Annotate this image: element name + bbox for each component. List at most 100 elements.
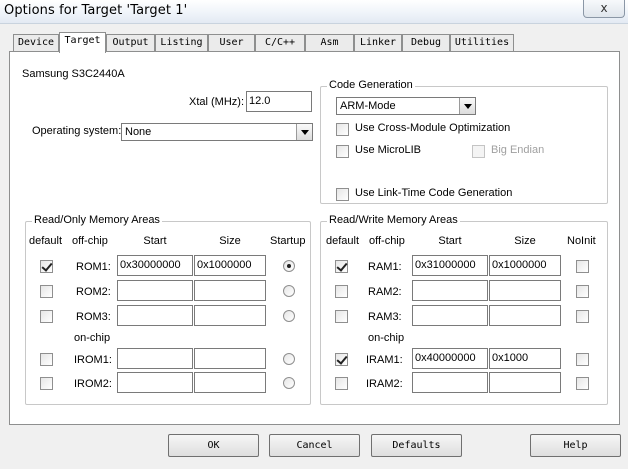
irom2-default-checkbox[interactable] <box>40 377 53 390</box>
tab-linker[interactable]: Linker <box>354 34 402 52</box>
rom2-startup-radio[interactable] <box>283 285 295 297</box>
ram1-size-input[interactable]: 0x1000000 <box>489 255 561 276</box>
rw-header-default: default <box>326 235 360 247</box>
tab-listing[interactable]: Listing <box>155 34 208 52</box>
tab-utilities[interactable]: Utilities <box>450 34 514 52</box>
cancel-button[interactable]: Cancel <box>269 434 360 457</box>
iram2-size-input[interactable] <box>489 372 561 393</box>
ram3-label: RAM3: <box>368 311 402 323</box>
rom2-label: ROM2: <box>76 286 111 298</box>
irom2-start-input[interactable] <box>117 372 193 393</box>
target-options-pane: Samsung S3C2440A Xtal (MHz): 12.0 Operat… <box>9 51 620 425</box>
ram1-noinit-checkbox[interactable] <box>576 260 589 273</box>
big-endian-label: Big Endian <box>491 144 545 156</box>
operating-system-value: None <box>125 126 152 138</box>
readwrite-memory-title: Read/Write Memory Areas <box>327 214 460 226</box>
rom1-start-input[interactable]: 0x30000000 <box>117 255 193 276</box>
window-title: Options for Target 'Target 1' <box>4 3 188 18</box>
close-button[interactable]: x <box>583 0 625 18</box>
tab-debug[interactable]: Debug <box>402 34 450 52</box>
iram2-default-checkbox[interactable] <box>335 377 348 390</box>
microlib-checkbox[interactable] <box>336 145 349 158</box>
ro-header-default: default <box>29 235 63 247</box>
irom1-size-input[interactable] <box>194 348 266 369</box>
rom2-default-checkbox[interactable] <box>40 285 53 298</box>
irom1-startup-radio[interactable] <box>283 353 295 365</box>
cross-module-checkbox[interactable] <box>336 123 349 136</box>
irom1-default-checkbox[interactable] <box>40 353 53 366</box>
rom1-label: ROM1: <box>76 261 111 273</box>
readwrite-memory-group: Read/Write Memory Areas default off-chip… <box>320 214 608 405</box>
tab-asm[interactable]: Asm <box>305 34 354 52</box>
readonly-memory-group: Read/Only Memory Areas default off-chip … <box>25 214 311 405</box>
title-bar: Options for Target 'Target 1' x <box>0 0 628 24</box>
ok-button[interactable]: OK <box>168 434 259 457</box>
ram2-default-checkbox[interactable] <box>335 285 348 298</box>
close-icon: x <box>600 1 608 15</box>
ro-onchip-label: on-chip <box>74 332 111 344</box>
rw-onchip-label: on-chip <box>368 332 405 344</box>
chevron-down-icon[interactable] <box>459 98 475 114</box>
rom3-start-input[interactable] <box>117 305 193 326</box>
ro-header-startup: Startup <box>270 235 306 247</box>
tab-target[interactable]: Target <box>59 32 106 53</box>
rom1-startup-radio[interactable] <box>283 260 295 272</box>
iram1-size-input[interactable]: 0x1000 <box>489 348 561 369</box>
iram2-noinit-checkbox[interactable] <box>576 377 589 390</box>
rw-header-size: Size <box>514 235 536 247</box>
help-button[interactable]: Help <box>530 434 621 457</box>
tab-output[interactable]: Output <box>106 34 155 52</box>
ram2-size-input[interactable] <box>489 280 561 301</box>
ram3-size-input[interactable] <box>489 305 561 326</box>
tab-strip: Device Target Output Listing User C/C++ … <box>0 32 628 53</box>
iram2-label: IRAM2: <box>366 378 403 390</box>
readonly-memory-title: Read/Only Memory Areas <box>32 214 162 226</box>
rom1-default-checkbox[interactable] <box>40 260 53 273</box>
big-endian-checkbox <box>472 145 485 158</box>
ram1-default-checkbox[interactable] <box>335 260 348 273</box>
defaults-button[interactable]: Defaults <box>371 434 462 457</box>
rom3-default-checkbox[interactable] <box>40 310 53 323</box>
ram2-noinit-checkbox[interactable] <box>576 285 589 298</box>
rom3-label: ROM3: <box>76 311 111 323</box>
operating-system-label: Operating system: <box>32 125 122 137</box>
ram3-default-checkbox[interactable] <box>335 310 348 323</box>
rw-header-start: Start <box>438 235 462 247</box>
rw-header-noinit: NoInit <box>567 235 596 247</box>
iram1-start-input[interactable]: 0x40000000 <box>412 348 488 369</box>
ram2-label: RAM2: <box>368 286 402 298</box>
ram1-label: RAM1: <box>368 261 402 273</box>
rom2-size-input[interactable] <box>194 280 266 301</box>
ram3-start-input[interactable] <box>412 305 488 326</box>
xtal-input[interactable]: 12.0 <box>246 91 312 112</box>
ro-header-offchip: off-chip <box>72 235 108 247</box>
iram1-default-checkbox[interactable] <box>335 353 348 366</box>
rw-header-offchip: off-chip <box>369 235 405 247</box>
ram2-start-input[interactable] <box>412 280 488 301</box>
xtal-label: Xtal (MHz): <box>189 96 244 108</box>
operating-system-select[interactable]: None <box>121 123 313 141</box>
rom3-size-input[interactable] <box>194 305 266 326</box>
tab-device[interactable]: Device <box>13 34 59 52</box>
chevron-down-icon[interactable] <box>296 124 312 140</box>
irom2-startup-radio[interactable] <box>283 377 295 389</box>
iram1-noinit-checkbox[interactable] <box>576 353 589 366</box>
rom3-startup-radio[interactable] <box>283 310 295 322</box>
cross-module-label: Use Cross-Module Optimization <box>355 122 511 134</box>
ram1-start-input[interactable]: 0x31000000 <box>412 255 488 276</box>
iram2-start-input[interactable] <box>412 372 488 393</box>
microlib-label: Use MicroLIB <box>355 144 422 156</box>
code-generation-group: Code Generation ARM-Mode Use Cross-Modul… <box>320 79 608 204</box>
rom2-start-input[interactable] <box>117 280 193 301</box>
code-mode-value: ARM-Mode <box>340 100 396 112</box>
ro-header-start: Start <box>143 235 167 247</box>
link-time-label: Use Link-Time Code Generation <box>355 187 513 199</box>
rom1-size-input[interactable]: 0x1000000 <box>194 255 266 276</box>
link-time-checkbox[interactable] <box>336 188 349 201</box>
irom1-start-input[interactable] <box>117 348 193 369</box>
tab-user[interactable]: User <box>208 34 255 52</box>
ram3-noinit-checkbox[interactable] <box>576 310 589 323</box>
irom2-size-input[interactable] <box>194 372 266 393</box>
code-mode-select[interactable]: ARM-Mode <box>336 97 476 115</box>
tab-c-cpp[interactable]: C/C++ <box>255 34 305 52</box>
